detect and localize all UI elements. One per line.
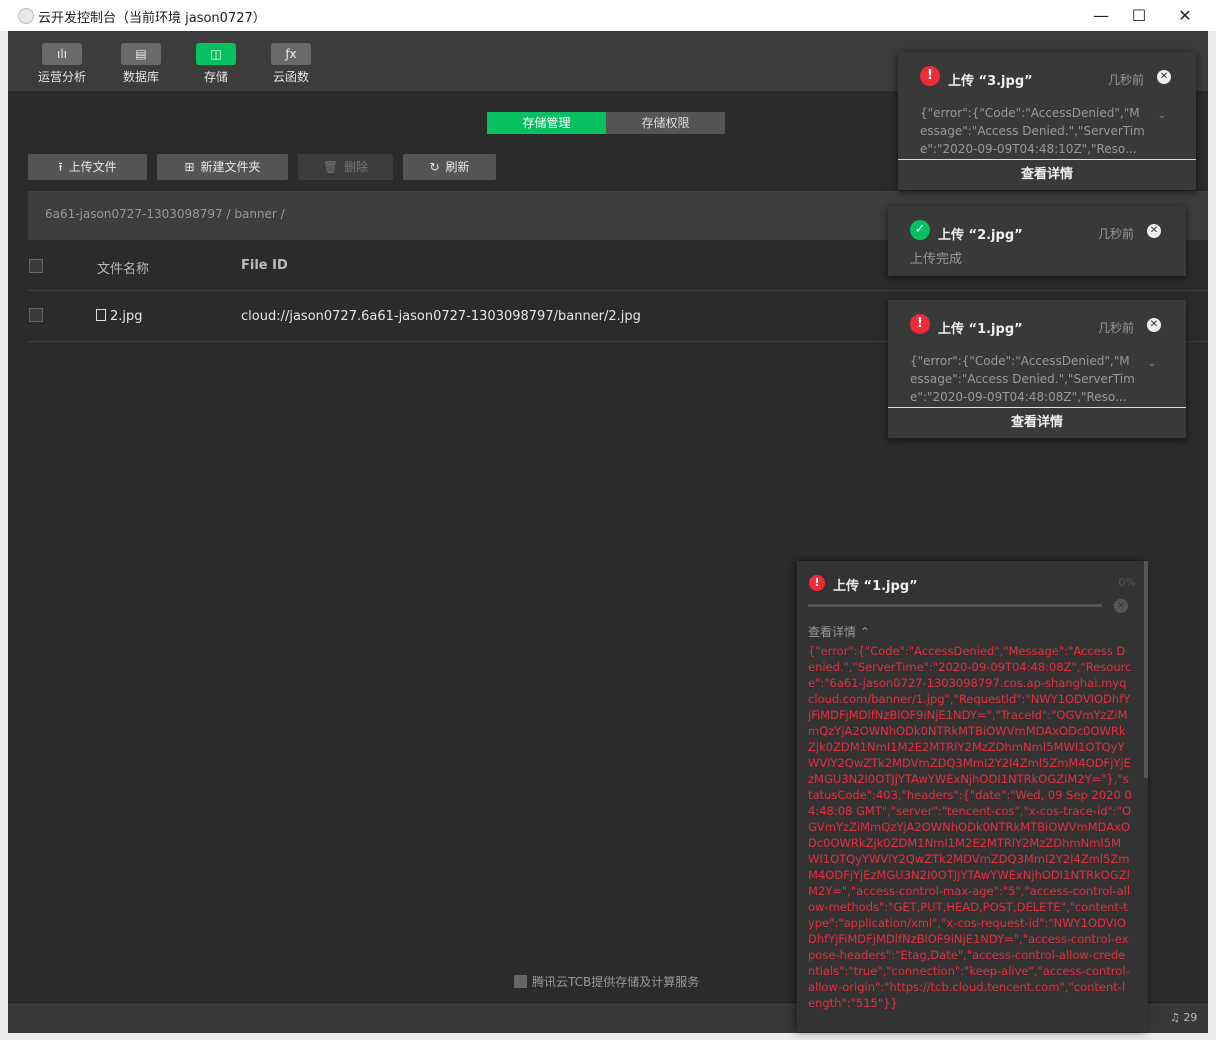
upload-panel: ! 上传 “1.jpg” 0% ✕ 查看详情 ⌃ {"error":{"Code… xyxy=(797,561,1148,1032)
app-logo-icon xyxy=(18,8,34,24)
column-header-file-id: File ID xyxy=(241,258,288,273)
toast-title: 上传 “1.jpg” xyxy=(938,322,1023,337)
check-icon: ✓ xyxy=(910,220,930,240)
error-icon: ! xyxy=(809,575,825,591)
toast-upload-1: ! 上传 “1.jpg” 几秒前 ✕ {"error":{"Code":"Acc… xyxy=(888,300,1186,438)
close-icon[interactable]: ✕ xyxy=(1147,224,1161,238)
delete-button[interactable]: 🗑 删除 xyxy=(298,154,393,180)
toast-title: 上传 “2.jpg” xyxy=(938,228,1023,243)
toast-title: 上传 “3.jpg” xyxy=(948,74,1033,89)
file-name: 2.jpg xyxy=(110,309,143,324)
table-divider xyxy=(28,290,1208,291)
upload-file-label: 上传文件 xyxy=(68,160,117,174)
table-row-file-id: cloud://jason0727.6a61-jason0727-1303098… xyxy=(241,309,641,324)
upload-error-text: {"error":{"Code":"AccessDenied","Message… xyxy=(808,644,1132,1010)
window-title-bar: 云开发控制台（当前环境 jason0727） — ☐ ✕ xyxy=(0,0,1216,31)
bell-icon: ♫ xyxy=(1170,1011,1180,1024)
nav-item-storage[interactable]: ◫ 存储 xyxy=(184,43,248,85)
powered-by: 腾讯云TCB提供存储及计算服务 xyxy=(514,973,699,990)
panel-scrollbar[interactable] xyxy=(1144,561,1148,778)
app-main: ılı 运营分析 ▤ 数据库 ◫ 存储 ƒx 云函数 存储管理 存储权限 ⭱ 上传… xyxy=(8,31,1208,1033)
nav-item-label: 云函数 xyxy=(272,70,309,84)
tab-storage-permissions[interactable]: 存储权限 xyxy=(606,112,725,134)
upload-progress-bar xyxy=(808,604,1102,607)
view-details-button[interactable]: 查看详情 xyxy=(888,408,1186,438)
notification-count[interactable]: ♫ 29 xyxy=(1170,1011,1197,1024)
toast-body: {"error":{"Code":"AccessDenied","Message… xyxy=(910,354,1135,404)
upload-panel-title: 上传 “1.jpg” xyxy=(833,579,918,594)
toast-time: 几秒前 xyxy=(1097,321,1134,335)
close-window-button[interactable]: ✕ xyxy=(1162,0,1208,31)
breadcrumb-path[interactable]: 6a61-jason0727-1303098797 / banner / xyxy=(45,207,285,221)
column-header-name: 文件名称 xyxy=(97,262,150,277)
database-icon: ▤ xyxy=(121,43,161,65)
file-icon xyxy=(96,309,106,321)
chevron-down-icon[interactable]: ⌄ xyxy=(1148,358,1156,369)
toast-upload-3: ! 上传 “3.jpg” 几秒前 ✕ {"error":{"Code":"Acc… xyxy=(898,52,1196,190)
table-row-name[interactable]: 2.jpg xyxy=(96,309,143,324)
error-icon: ! xyxy=(920,66,940,86)
maximize-button[interactable]: ☐ xyxy=(1116,0,1162,31)
notification-count-value: 29 xyxy=(1183,1011,1198,1024)
tencent-cloud-icon xyxy=(514,975,527,988)
storage-icon: ◫ xyxy=(196,43,236,65)
toast-body: 上传完成 xyxy=(910,252,963,267)
delete-label: 删除 xyxy=(344,160,369,174)
function-icon: ƒx xyxy=(271,43,311,65)
toast-time: 几秒前 xyxy=(1107,73,1144,87)
tab-storage-management[interactable]: 存储管理 xyxy=(487,112,606,134)
new-folder-button[interactable]: ⊞ 新建文件夹 xyxy=(157,154,288,180)
close-icon[interactable]: ✕ xyxy=(1147,318,1161,332)
bar-chart-icon: ılı xyxy=(42,43,82,65)
toast-time: 几秒前 xyxy=(1097,227,1134,241)
view-details-button[interactable]: 查看详情 xyxy=(898,160,1196,190)
powered-by-text: 腾讯云TCB提供存储及计算服务 xyxy=(532,975,700,989)
cancel-upload-icon[interactable]: ✕ xyxy=(1114,599,1128,613)
window-title: 云开发控制台（当前环境 jason0727） xyxy=(38,11,266,26)
toast-body: {"error":{"Code":"AccessDenied","Message… xyxy=(920,106,1145,156)
upload-file-button[interactable]: ⭱ 上传文件 xyxy=(28,154,147,180)
refresh-icon: ↻ xyxy=(429,160,440,174)
toggle-details-button[interactable]: 查看详情 ⌃ xyxy=(808,623,870,640)
nav-item-label: 存储 xyxy=(203,70,228,84)
upload-percent: 0% xyxy=(1118,576,1136,589)
chevron-down-icon[interactable]: ⌄ xyxy=(1158,110,1166,121)
nav-item-functions[interactable]: ƒx 云函数 xyxy=(259,43,323,85)
row-checkbox[interactable] xyxy=(29,308,43,322)
error-icon: ! xyxy=(910,314,930,334)
nav-item-database[interactable]: ▤ 数据库 xyxy=(109,43,173,85)
folder-add-icon: ⊞ xyxy=(184,160,195,174)
close-icon[interactable]: ✕ xyxy=(1157,70,1171,84)
refresh-label: 刷新 xyxy=(445,160,470,174)
nav-item-label: 数据库 xyxy=(122,70,159,84)
select-all-checkbox[interactable] xyxy=(29,259,43,273)
new-folder-label: 新建文件夹 xyxy=(200,160,261,174)
refresh-button[interactable]: ↻ 刷新 xyxy=(403,154,496,180)
trash-icon: 🗑 xyxy=(322,160,339,174)
nav-item-analytics[interactable]: ılı 运营分析 xyxy=(30,43,94,85)
nav-item-label: 运营分析 xyxy=(37,70,86,84)
upload-icon: ⭱ xyxy=(58,160,63,174)
toast-upload-2: ✓ 上传 “2.jpg” 几秒前 ✕ 上传完成 xyxy=(888,206,1186,276)
